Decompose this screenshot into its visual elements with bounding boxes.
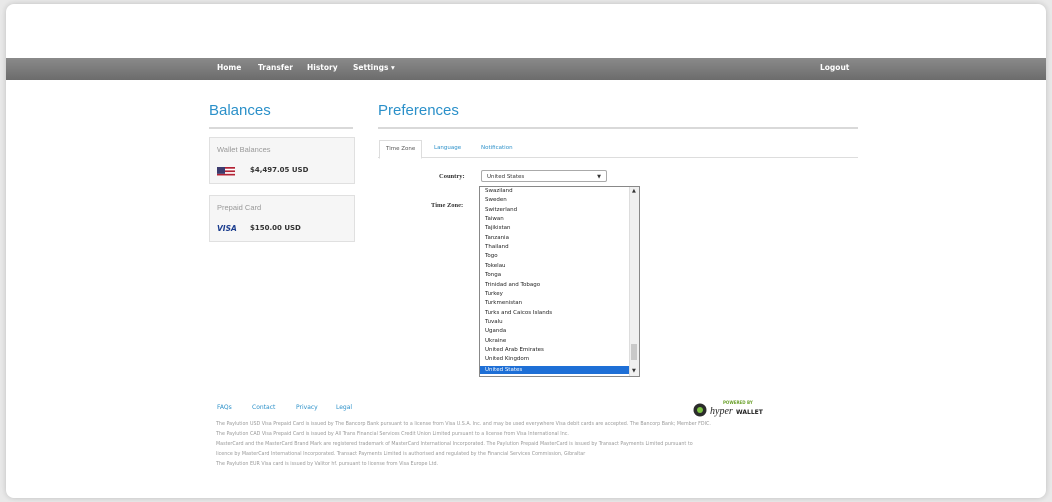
tabs-baseline — [378, 157, 858, 158]
dropdown-option[interactable]: Sweden — [485, 197, 507, 203]
scrollbar-thumb[interactable] — [631, 344, 637, 360]
dropdown-option[interactable]: Tanzania — [485, 235, 509, 241]
dropdown-option[interactable]: Tuvalu — [485, 319, 503, 325]
dropdown-scrollbar[interactable]: ▲ ▼ — [629, 187, 639, 376]
dropdown-option[interactable]: Switzerland — [485, 207, 517, 213]
tab-notification[interactable]: Notification — [475, 140, 519, 157]
dropdown-option[interactable]: Taiwan — [485, 216, 504, 222]
visa-logo-icon: VISA — [217, 224, 237, 233]
disclaimer-line-5: The Paylution EUR Visa card is issued by… — [216, 462, 439, 467]
preferences-divider — [378, 127, 858, 129]
tab-time-zone[interactable]: Time Zone — [379, 140, 423, 159]
dropdown-option[interactable]: United Arab Emirates — [485, 347, 544, 353]
wallet-balances-card: Wallet Balances $4,497.05 USD — [209, 137, 355, 184]
nav-home[interactable]: Home — [217, 63, 241, 72]
dropdown-option[interactable]: Swaziland — [485, 188, 513, 194]
balances-heading: Balances — [209, 102, 271, 119]
prepaid-balance-amount: $150.00 USD — [250, 224, 301, 232]
footer-link-faqs[interactable]: FAQs — [217, 404, 232, 411]
dropdown-option[interactable]: Turks and Caicos Islands — [485, 310, 552, 316]
nav-transfer[interactable]: Transfer — [258, 63, 293, 72]
disclaimer-line-1: The Paylution USD Visa Prepaid Card is i… — [216, 422, 711, 427]
dropdown-option[interactable]: Trinidad and Tobago — [485, 282, 540, 288]
dropdown-option[interactable]: Turkey — [485, 291, 503, 297]
hyperwallet-logo: POWERED BY hyper WALLET — [693, 400, 773, 418]
dropdown-option[interactable]: Ukraine — [485, 338, 506, 344]
dropdown-option[interactable]: Tajikistan — [485, 225, 510, 231]
nav-settings[interactable]: Settings ▾ — [353, 63, 395, 72]
powered-by-text: POWERED BY — [723, 400, 753, 405]
logout-link[interactable]: Logout — [820, 63, 849, 72]
prepaid-card-title: Prepaid Card — [217, 203, 262, 212]
disclaimer-line-4: licence by MasterCard International Inco… — [216, 452, 586, 457]
browser-window: Home Transfer History Settings ▾ Logout … — [6, 4, 1046, 498]
brand-wallet-text: WALLET — [736, 409, 763, 416]
dropdown-option[interactable]: Tokelau — [485, 263, 506, 269]
top-navbar: Home Transfer History Settings ▾ Logout — [6, 58, 1046, 80]
scroll-down-arrow-icon[interactable]: ▼ — [632, 368, 636, 374]
balances-divider — [209, 127, 353, 129]
disclaimer-line-2: The Paylution CAD Visa Prepaid Card is i… — [216, 432, 569, 437]
timezone-label: Time Zone: — [431, 202, 464, 209]
hyperwallet-logo-icon — [693, 403, 707, 417]
dropdown-option[interactable]: Togo — [485, 253, 498, 259]
dropdown-option[interactable]: Uganda — [485, 328, 506, 334]
caret-down-icon: ▼ — [597, 174, 601, 180]
dropdown-option[interactable]: Thailand — [485, 244, 509, 250]
dropdown-option[interactable]: Tonga — [485, 272, 501, 278]
wallet-balance-amount: $4,497.05 USD — [250, 166, 309, 174]
us-flag-icon — [217, 164, 235, 176]
dropdown-option-selected[interactable]: United States — [480, 365, 635, 374]
prepaid-card-card: Prepaid Card VISA $150.00 USD — [209, 195, 355, 242]
tab-language[interactable]: Language — [428, 140, 467, 157]
dropdown-option[interactable]: United Kingdom — [485, 356, 529, 362]
footer-link-legal[interactable]: Legal — [336, 404, 352, 411]
wallet-balances-title: Wallet Balances — [217, 145, 271, 154]
nav-history[interactable]: History — [307, 63, 338, 72]
preferences-heading: Preferences — [378, 102, 459, 119]
country-select-value: United States — [487, 174, 525, 180]
country-label: Country: — [439, 173, 465, 180]
footer-link-privacy[interactable]: Privacy — [296, 404, 318, 411]
dropdown-option[interactable]: Turkmenistan — [485, 300, 522, 306]
scroll-up-arrow-icon[interactable]: ▲ — [632, 188, 636, 194]
disclaimer-line-3: MasterCard and the MasterCard Brand Mark… — [216, 442, 693, 447]
footer-link-contact[interactable]: Contact — [252, 404, 275, 411]
country-dropdown-list[interactable]: Swaziland Sweden Switzerland Taiwan Tajikist… — [479, 186, 640, 377]
brand-hyper-text: hyper — [710, 406, 733, 417]
country-select[interactable]: United States ▼ — [481, 170, 607, 182]
